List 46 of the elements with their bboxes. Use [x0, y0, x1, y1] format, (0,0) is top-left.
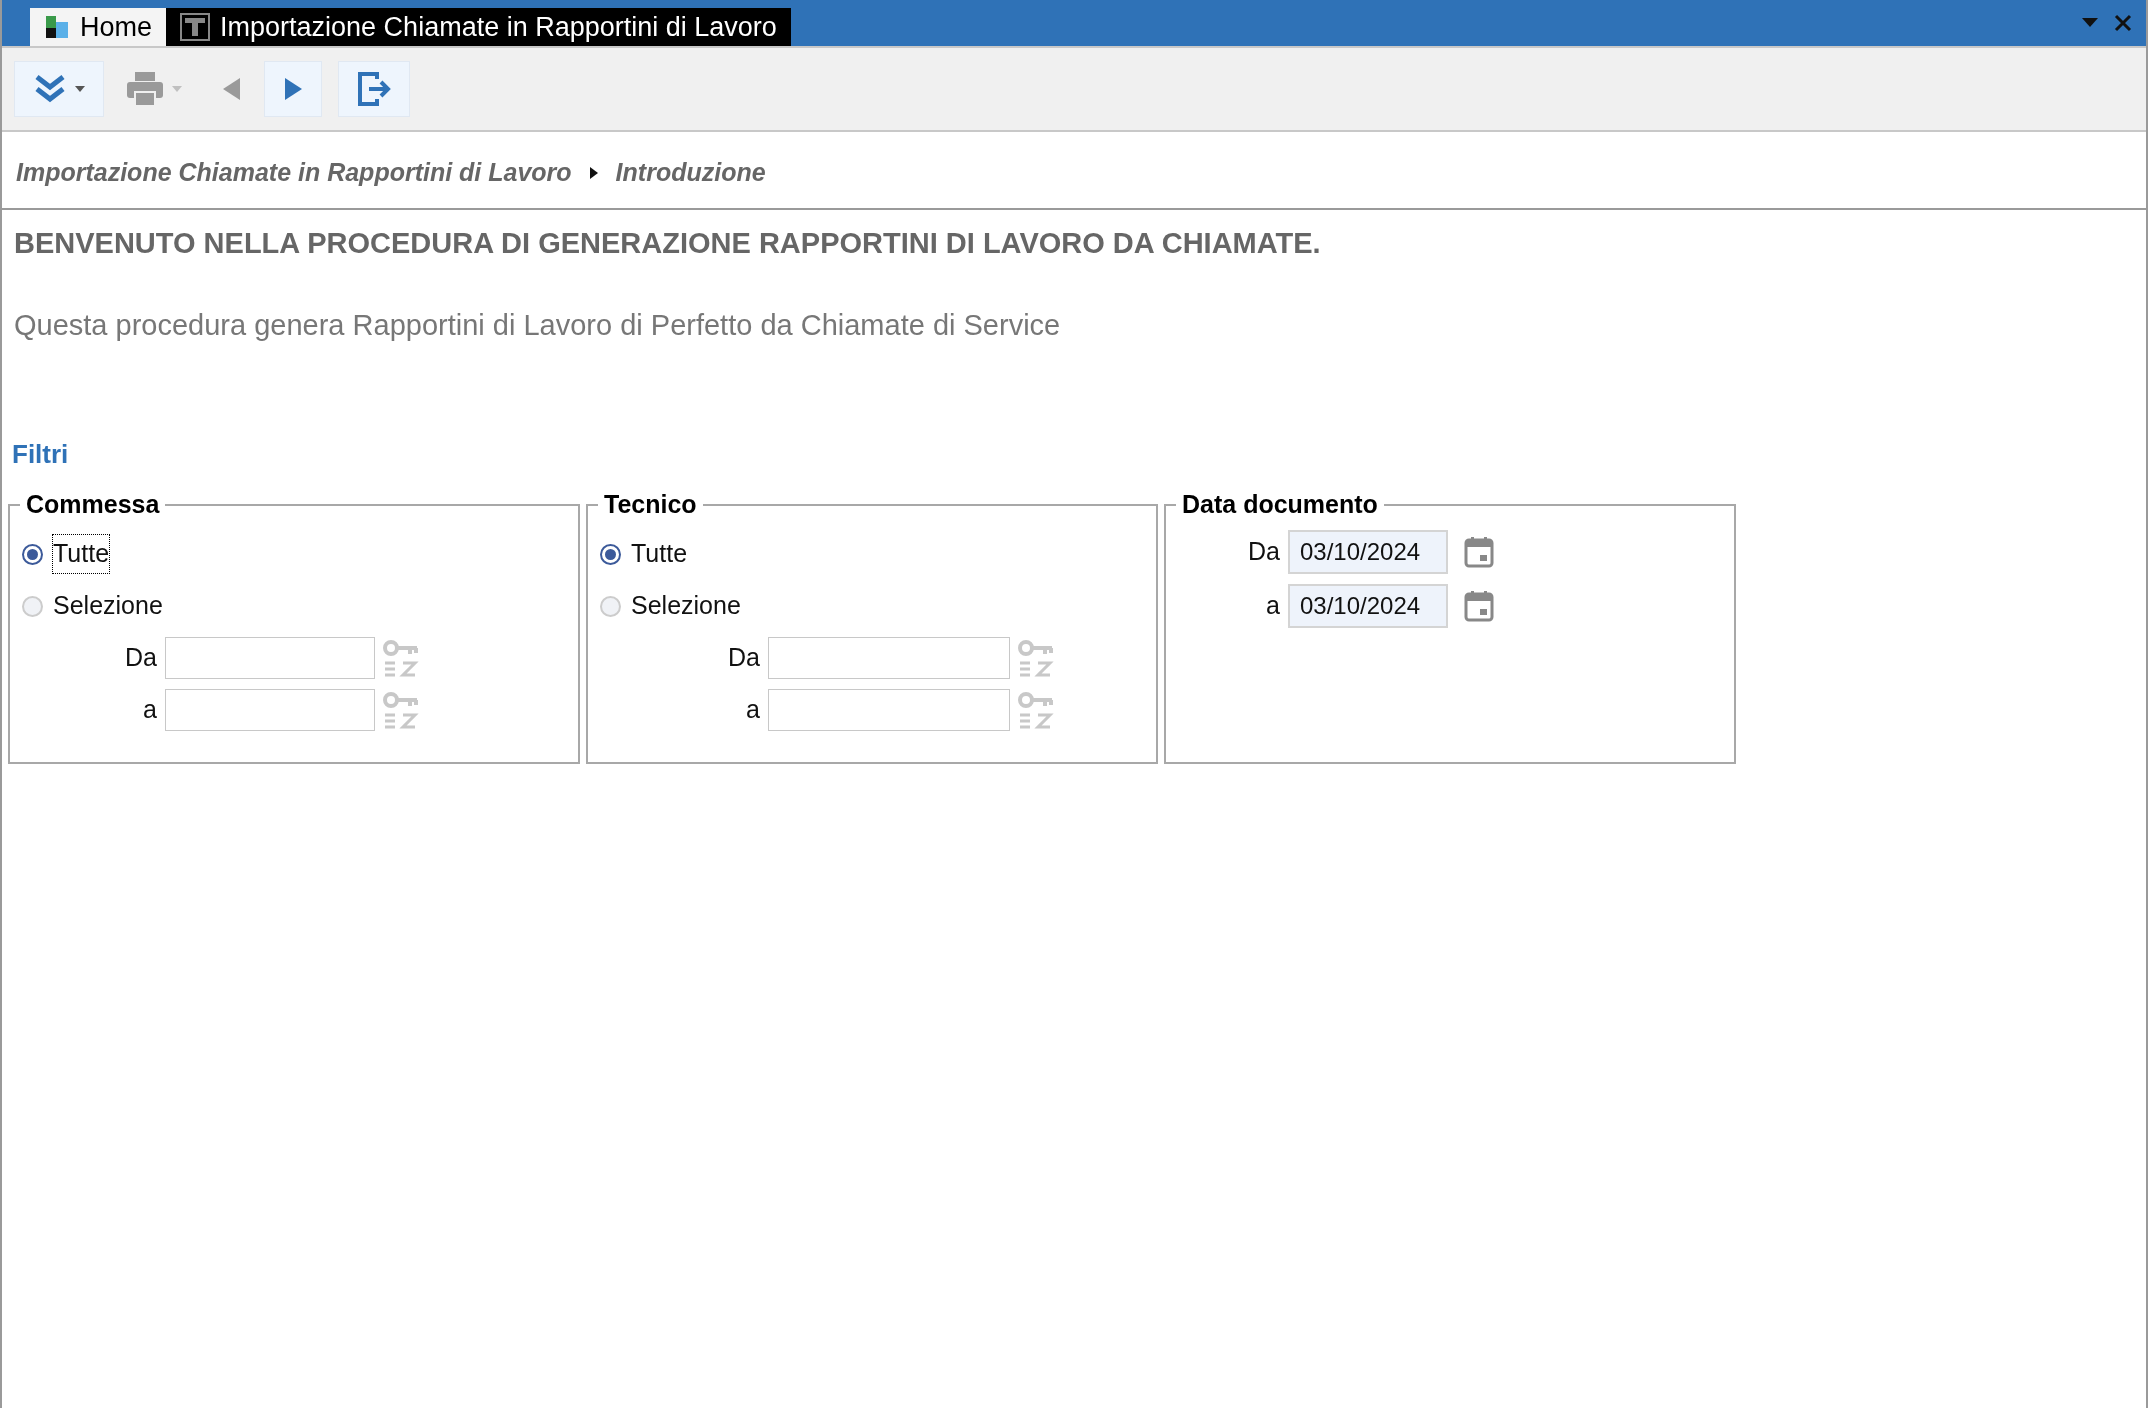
key-lookup-icon[interactable] — [1018, 639, 1054, 677]
welcome-heading: BENVENUTO NELLA PROCEDURA DI GENERAZIONE RAPPORTINI DI LAVORO DA CHIAMATE. — [14, 226, 1322, 261]
forward-arrow-icon — [283, 77, 303, 101]
key-lookup-icon[interactable] — [383, 639, 419, 677]
printer-icon — [126, 71, 164, 107]
date-field[interactable]: 03/10/2024 — [1288, 530, 1448, 574]
tab[interactable]: Importazione Chiamate in Rapportini di Lavoro — [166, 8, 791, 46]
radio-label[interactable]: Tutte — [53, 535, 110, 573]
field-label: a — [142, 694, 157, 726]
toolbar-button[interactable] — [264, 61, 322, 117]
double-chevron-icon — [33, 73, 67, 105]
caret-icon — [75, 86, 85, 92]
field-label: Da — [727, 642, 760, 674]
field-label: Da — [124, 642, 157, 674]
field-label: a — [1265, 590, 1280, 622]
radio-button[interactable] — [22, 543, 43, 565]
field-label: Da — [1247, 536, 1280, 568]
toolbar-button[interactable] — [338, 61, 410, 117]
toolbar-button[interactable] — [14, 61, 104, 117]
input-field[interactable] — [165, 689, 375, 731]
description-text: Questa procedura genera Rapportini di Lavoro di Perfetto da Chiamate di Service — [14, 307, 1062, 343]
filters-title: Filtri — [12, 438, 70, 471]
key-lookup-icon[interactable] — [1018, 691, 1054, 729]
input-field[interactable] — [768, 689, 1010, 731]
breadcrumb-item[interactable]: Introduzione — [615, 154, 766, 192]
breadcrumb-item[interactable]: Importazione Chiamate in Rapportini di Lavoro — [16, 154, 572, 192]
calendar-icon[interactable] — [1464, 590, 1494, 622]
back-arrow-icon — [222, 77, 242, 101]
breadcrumb-separator-icon — [589, 167, 598, 179]
radio-label[interactable]: Selezione — [53, 587, 163, 625]
input-field[interactable] — [768, 637, 1010, 679]
key-lookup-icon[interactable] — [383, 691, 419, 729]
caret-icon — [172, 86, 182, 92]
input-field[interactable] — [165, 637, 375, 679]
radio-button[interactable] — [600, 543, 621, 565]
date-field[interactable]: 03/10/2024 — [1288, 584, 1448, 628]
close-icon[interactable] — [2114, 14, 2132, 32]
exit-icon — [357, 71, 391, 107]
table-icon — [180, 13, 211, 41]
app-logo-icon — [44, 14, 70, 40]
dropdown-icon[interactable] — [2082, 18, 2098, 28]
tab[interactable]: Home — [30, 8, 167, 46]
radio-label[interactable]: Selezione — [631, 587, 741, 625]
radio-label[interactable]: Tutte — [631, 535, 688, 573]
field-label: a — [745, 694, 760, 726]
calendar-icon[interactable] — [1464, 536, 1494, 568]
